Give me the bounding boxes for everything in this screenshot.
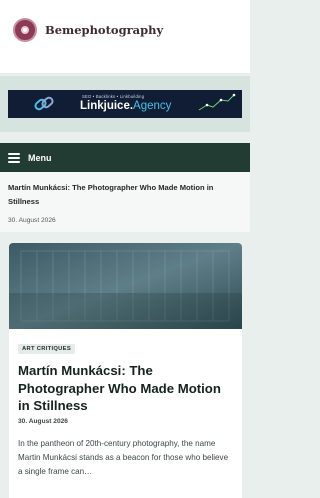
post-date: 30. August 2026 (8, 217, 56, 224)
card-title[interactable]: Martín Munkácsi: The Photographer Who Ma… (18, 362, 233, 415)
card-body: ART CRITIQUES Martín Munkácsi: The Photo… (9, 329, 242, 479)
ad-banner[interactable]: SEO • Backlinks • Linkbuilding Linkjuice… (8, 90, 242, 118)
menu-label: Menu (28, 152, 52, 163)
category-badge[interactable]: ART CRITIQUES (18, 344, 75, 354)
ad-brand-main: Linkjuice. (80, 100, 134, 112)
hamburger-icon (8, 152, 20, 163)
card-date: 30. August 2026 (18, 417, 68, 425)
article-card[interactable]: ART CRITIQUES Martín Munkácsi: The Photo… (9, 243, 242, 498)
card-excerpt: In the pantheon of 20th-century photogra… (18, 438, 229, 476)
menu-toggle[interactable]: Menu (0, 143, 250, 172)
site-logo[interactable]: Bemephotography (13, 18, 163, 42)
growth-chart-icon (198, 93, 236, 111)
chain-link-icon (34, 96, 54, 111)
ad-brand: Linkjuice.Agency (80, 100, 171, 112)
ad-brand-accent: Agency (133, 100, 172, 112)
featured-image[interactable] (9, 243, 242, 329)
post-title: Martín Munkácsi: The Photographer Who Ma… (8, 183, 214, 206)
site-name: Bemephotography (45, 23, 164, 37)
camera-logo-icon (13, 18, 37, 42)
ad-tagline: SEO • Backlinks • Linkbuilding (82, 94, 145, 99)
site-header: Bemephotography (0, 0, 250, 73)
post-header: Martín Munkácsi: The Photographer Who Ma… (0, 172, 250, 232)
